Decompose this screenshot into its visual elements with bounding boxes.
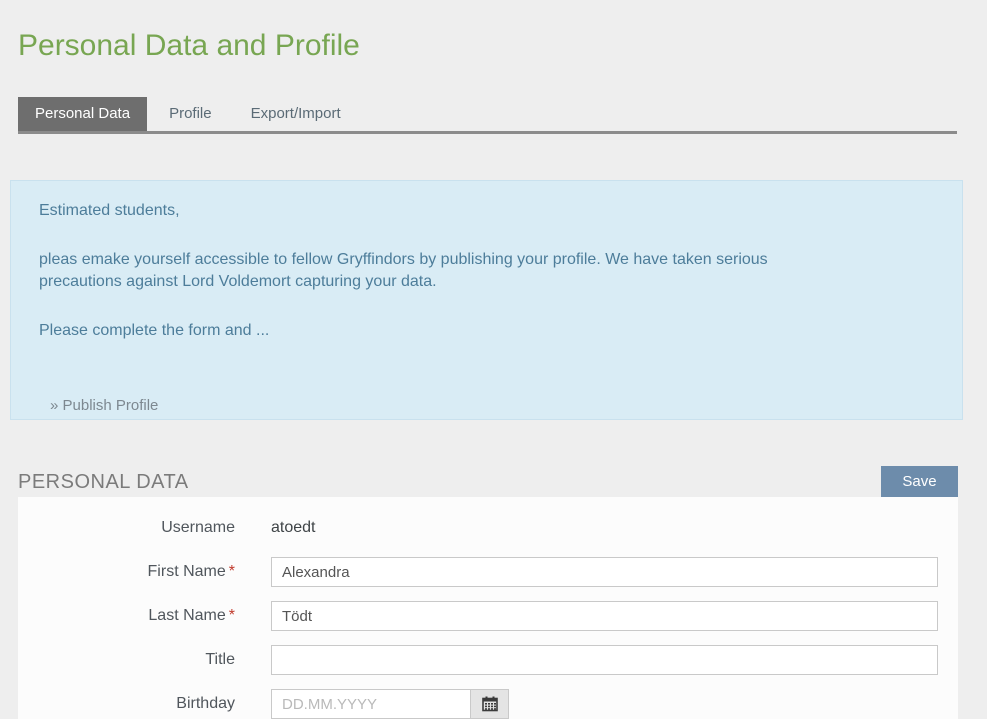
title-input[interactable] (271, 645, 938, 675)
tab-bar: Personal Data Profile Export/Import (18, 97, 957, 134)
username-value: atoedt (271, 519, 315, 537)
info-body: pleas emake yourself accessible to fello… (39, 249, 934, 293)
tab-export-import[interactable]: Export/Import (234, 97, 358, 131)
publish-profile-link[interactable]: » Publish Profile (50, 395, 158, 417)
first-name-input[interactable] (271, 557, 938, 587)
calendar-picker-button[interactable] (471, 689, 509, 719)
section-title: PERSONAL DATA (18, 471, 189, 494)
birthday-input[interactable] (271, 689, 471, 719)
last-name-label-text: Last Name (148, 607, 225, 624)
first-name-label: First Name* (18, 563, 235, 581)
personal-data-form: Username atoedt First Name* Last Name* T… (18, 497, 958, 719)
section-header: PERSONAL DATA Save (18, 466, 958, 497)
title-label: Title (18, 651, 235, 669)
birthday-row: Birthday (18, 689, 958, 719)
required-asterisk: * (229, 563, 235, 580)
last-name-label: Last Name* (18, 607, 235, 625)
calendar-icon (482, 696, 498, 712)
username-row: Username atoedt (18, 513, 958, 543)
tab-personal-data[interactable]: Personal Data (18, 97, 147, 131)
birthday-label: Birthday (18, 695, 235, 713)
first-name-row: First Name* (18, 557, 958, 587)
first-name-label-text: First Name (148, 563, 226, 580)
info-greeting: Estimated students, (39, 200, 934, 222)
title-row: Title (18, 645, 958, 675)
username-label: Username (18, 519, 235, 537)
save-button[interactable]: Save (881, 466, 958, 497)
info-banner: Estimated students, pleas emake yourself… (10, 180, 963, 420)
info-closing: Please complete the form and ... (39, 320, 934, 342)
tab-profile[interactable]: Profile (152, 97, 229, 131)
page-title: Personal Data and Profile (18, 28, 987, 64)
last-name-row: Last Name* (18, 601, 958, 631)
last-name-input[interactable] (271, 601, 938, 631)
required-asterisk: * (229, 607, 235, 624)
